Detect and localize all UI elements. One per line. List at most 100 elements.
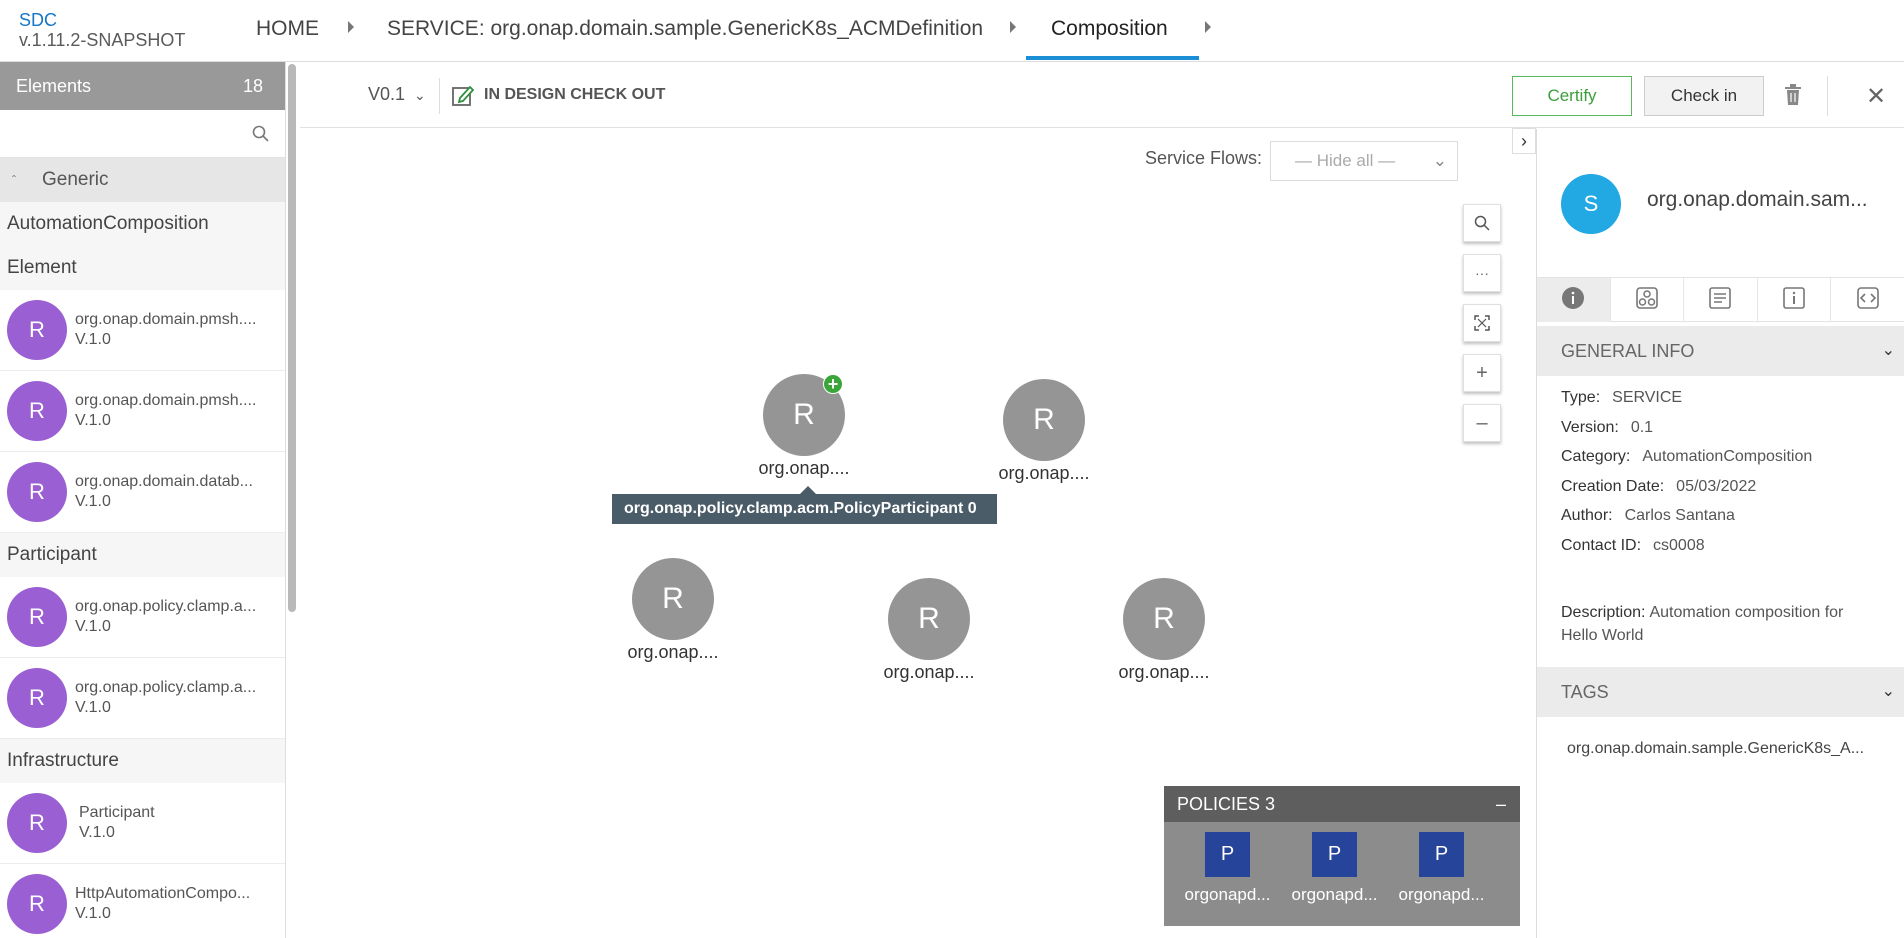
more-icon[interactable]: ··· <box>1463 254 1501 292</box>
item-version: V.1.0 <box>75 699 111 716</box>
search-input[interactable] <box>0 110 250 156</box>
policy-item[interactable]: P orgonapd... <box>1388 822 1495 926</box>
item-name: org.onap.domain.pmsh.... <box>75 311 257 328</box>
chevron-down-icon: ⌄ <box>1432 151 1447 170</box>
info-description: Description: Automation composition for H… <box>1561 601 1896 647</box>
list-icon <box>1708 286 1732 315</box>
list-item[interactable]: R org.onap.policy.clamp.a... V.1.0 <box>0 658 285 739</box>
item-name: org.onap.domain.pmsh.... <box>75 392 257 409</box>
fit-icon[interactable] <box>1463 304 1501 342</box>
value: SERVICE <box>1612 389 1683 406</box>
avatar: R <box>7 381 67 441</box>
section-title: TAGS <box>1561 682 1609 702</box>
general-info-header[interactable]: GENERAL INFO ⌄ <box>1537 326 1904 376</box>
composition-node[interactable]: R <box>1003 379 1085 461</box>
chevron-right-icon[interactable] <box>1205 21 1211 33</box>
certify-button[interactable]: Certify <box>1512 76 1632 116</box>
node-label: org.onap.... <box>1118 662 1210 682</box>
tags-header[interactable]: TAGS ⌄ <box>1537 667 1904 717</box>
collapse-icon[interactable]: – <box>1496 794 1506 815</box>
chevron-right-icon[interactable] <box>1010 21 1016 33</box>
details-tabs <box>1537 277 1904 322</box>
palette-scrollbar[interactable] <box>288 64 296 612</box>
policy-icon: P <box>1312 832 1357 877</box>
breadcrumb-service[interactable]: SERVICE: org.onap.domain.sample.GenericK… <box>387 14 983 48</box>
breadcrumb-home[interactable]: HOME <box>256 14 319 48</box>
list-item[interactable]: R org.onap.domain.pmsh.... V.1.0 <box>0 290 285 371</box>
chevron-right-icon[interactable]: › <box>1512 128 1536 154</box>
brand[interactable]: SDC v.1.11.2-SNAPSHOT <box>19 10 185 50</box>
list-item[interactable]: R org.onap.policy.clamp.a... V.1.0 <box>0 577 285 658</box>
category-automation: AutomationComposition <box>0 202 285 246</box>
palette-header: Elements 18 <box>0 62 285 110</box>
chevron-right-icon[interactable] <box>348 21 354 33</box>
info-creation-date: Creation Date: 05/03/2022 <box>1561 478 1756 496</box>
service-flows-label: Service Flows: <box>1145 148 1263 168</box>
avatar: R <box>7 668 67 728</box>
policies-panel: POLICIES 3 – P orgonapd... P orgonapd...… <box>1164 786 1520 926</box>
avatar: R <box>7 300 67 360</box>
group-generic[interactable]: ˆ Generic <box>0 158 285 202</box>
list-item[interactable]: R org.onap.domain.datab... V.1.0 <box>0 452 285 533</box>
divider <box>439 78 440 114</box>
status-text: IN DESIGN CHECK OUT <box>484 86 666 103</box>
chevron-down-icon: ⌄ <box>1881 342 1895 359</box>
node-label: org.onap.... <box>758 458 850 478</box>
label: Contact ID: <box>1561 537 1642 554</box>
info-category: Category: AutomationComposition <box>1561 448 1812 466</box>
value: Carlos Santana <box>1624 507 1735 524</box>
chevron-down-icon: ⌄ <box>1881 683 1895 700</box>
version-dropdown[interactable]: V0.1 ⌄ <box>368 84 426 105</box>
action-bar: V0.1 ⌄ IN DESIGN CHECK OUT Certify Check… <box>300 62 1904 128</box>
composition-node[interactable]: R <box>888 578 970 660</box>
group-label: Generic <box>42 169 109 190</box>
close-icon[interactable]: ✕ <box>1866 82 1886 111</box>
brand-version: v.1.11.2-SNAPSHOT <box>19 30 186 50</box>
item-version: V.1.0 <box>79 824 115 841</box>
policies-header: POLICIES 3 – <box>1164 786 1520 822</box>
caret-up-icon: ˆ <box>12 173 16 187</box>
composition-canvas[interactable]: Service Flows: — Hide all — ⌄ ··· + – R … <box>300 129 1536 938</box>
add-icon[interactable]: + <box>823 374 843 394</box>
composition-node[interactable]: R <box>632 558 714 640</box>
zoom-in-icon[interactable]: + <box>1463 354 1501 392</box>
trash-icon[interactable] <box>1784 84 1802 111</box>
item-version: V.1.0 <box>75 618 111 635</box>
zoom-out-icon[interactable]: – <box>1463 404 1501 442</box>
service-flows-select[interactable]: — Hide all — ⌄ <box>1270 141 1458 181</box>
list-item[interactable]: R Participant V.1.0 <box>0 783 285 864</box>
tab-deployment[interactable] <box>1684 278 1758 322</box>
info-icon <box>1561 286 1585 315</box>
value: cs0008 <box>1653 537 1705 554</box>
policies-list: P orgonapd... P orgonapd... P orgonapd..… <box>1164 822 1520 926</box>
policy-icon: P <box>1419 832 1464 877</box>
item-name: org.onap.policy.clamp.a... <box>75 598 257 615</box>
item-version: V.1.0 <box>75 905 111 922</box>
chevron-down-icon: ⌄ <box>414 87 426 103</box>
tab-info[interactable] <box>1537 278 1611 322</box>
tab-composition[interactable] <box>1611 278 1685 322</box>
elements-palette: Elements 18 ˆ Generic AutomationComposit… <box>0 62 286 938</box>
tab-properties[interactable] <box>1758 278 1832 322</box>
list-item[interactable]: R HttpAutomationCompo... V.1.0 <box>0 864 285 938</box>
info-version: Version: 0.1 <box>1561 419 1653 437</box>
policy-label: orgonapd... <box>1184 885 1271 904</box>
service-flows-value: — Hide all — <box>1295 151 1396 170</box>
checkin-button[interactable]: Check in <box>1644 76 1764 116</box>
list-item[interactable]: R org.onap.domain.pmsh.... V.1.0 <box>0 371 285 452</box>
policy-item[interactable]: P orgonapd... <box>1174 822 1281 926</box>
label: Type: <box>1561 389 1601 406</box>
label: Author: <box>1561 507 1613 524</box>
service-name: org.onap.domain.sam... <box>1647 188 1868 211</box>
composition-node[interactable]: R <box>1123 578 1205 660</box>
avatar: R <box>7 587 67 647</box>
tab-api[interactable] <box>1831 278 1904 322</box>
zoom-search-icon[interactable] <box>1463 204 1501 242</box>
category-participant: Participant <box>0 533 285 577</box>
info-type: Type: SERVICE <box>1561 389 1682 407</box>
label: Creation Date: <box>1561 478 1665 495</box>
search-icon[interactable] <box>252 125 269 147</box>
policy-item[interactable]: P orgonapd... <box>1281 822 1388 926</box>
breadcrumb-composition[interactable]: Composition <box>1051 14 1168 48</box>
properties-icon <box>1782 286 1806 315</box>
